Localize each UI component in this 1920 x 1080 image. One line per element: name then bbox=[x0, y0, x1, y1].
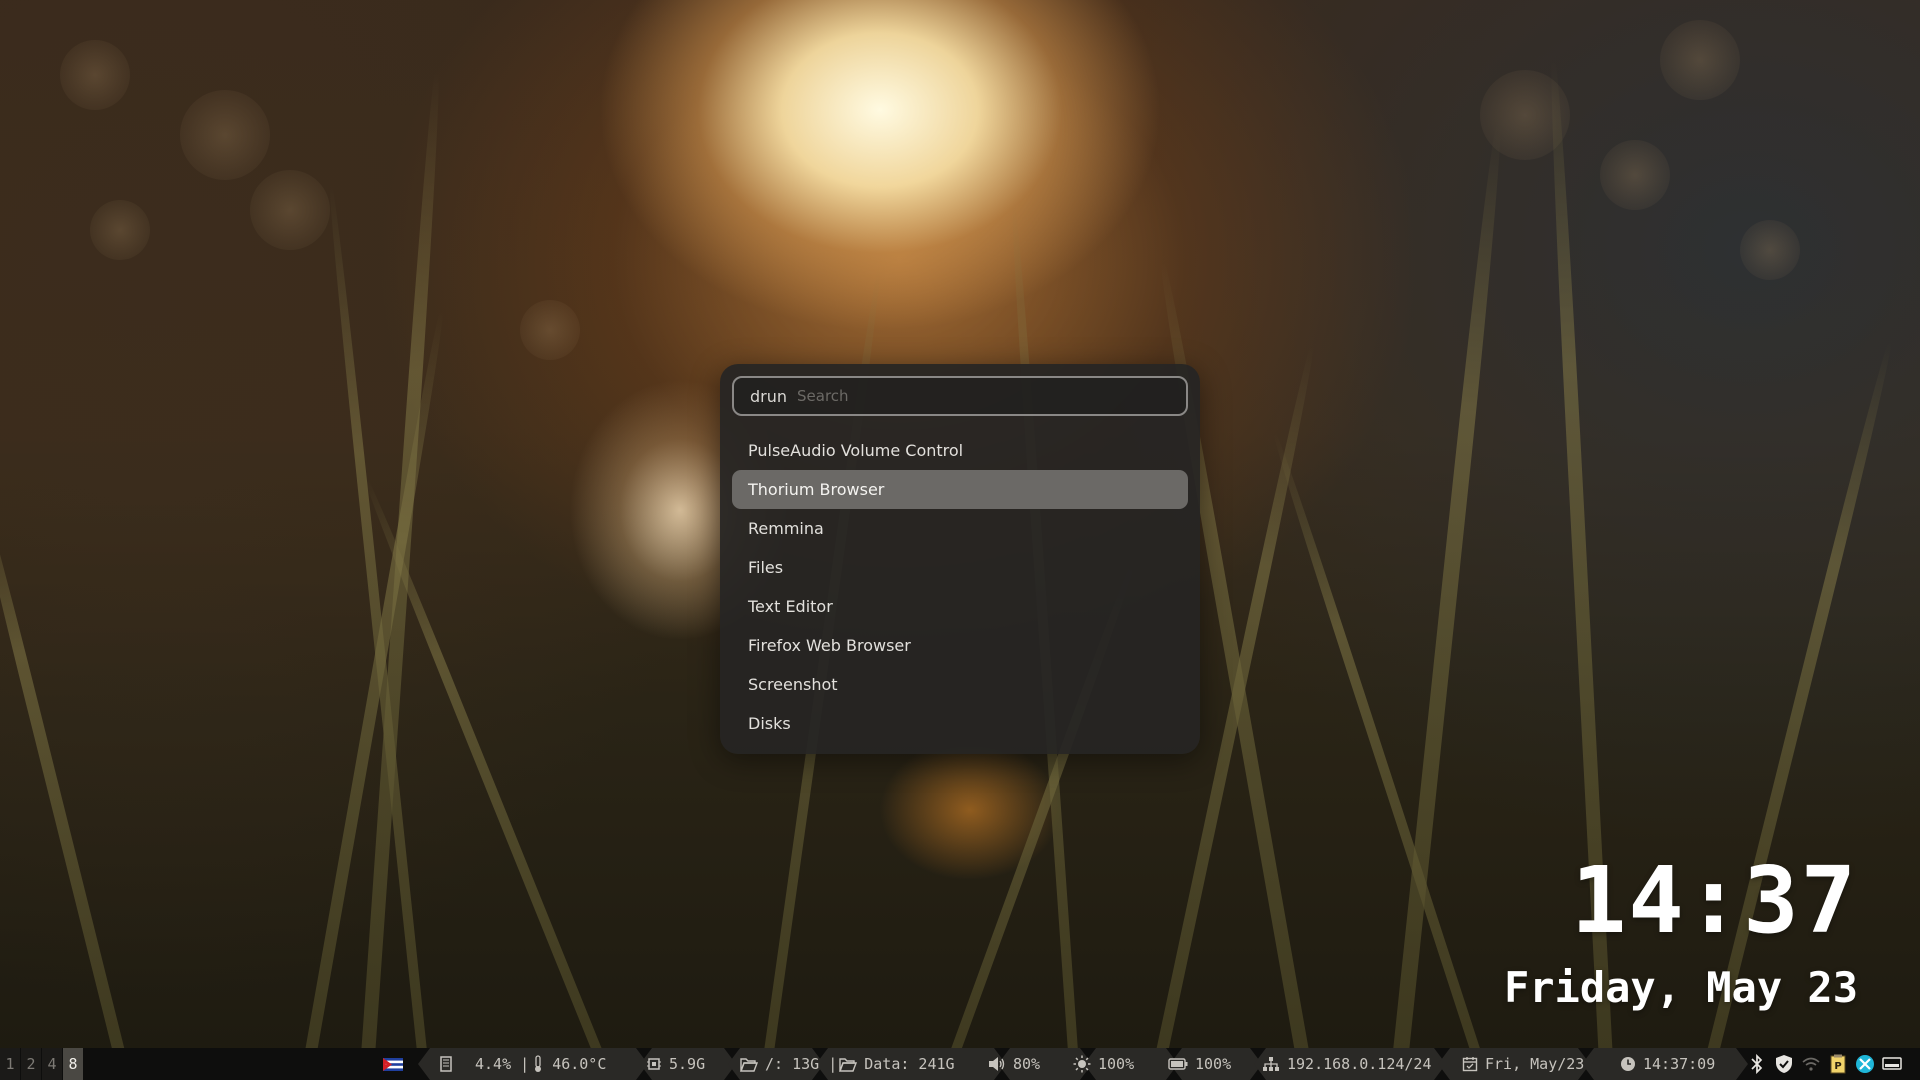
wallpaper-bokeh bbox=[1660, 20, 1740, 100]
workspace-button[interactable]: 1 bbox=[0, 1048, 20, 1080]
network-value: 192.168.0.124/24 bbox=[1287, 1055, 1432, 1073]
memory-segment[interactable]: 5.9G bbox=[646, 1048, 705, 1080]
wallpaper-bokeh bbox=[60, 40, 130, 110]
clock-icon bbox=[1621, 1057, 1635, 1071]
cpu-icon bbox=[440, 1056, 452, 1072]
date-segment[interactable]: Fri, May/23 bbox=[1462, 1048, 1584, 1080]
network-segment[interactable]: 192.168.0.124/24 bbox=[1262, 1048, 1432, 1080]
launcher-result-item[interactable]: Disks bbox=[732, 704, 1188, 743]
volume-segment[interactable]: 80% bbox=[988, 1048, 1040, 1080]
wallpaper-bokeh bbox=[250, 170, 330, 250]
wallpaper-grass bbox=[360, 474, 610, 1072]
date-value: Fri, May/23 bbox=[1485, 1055, 1585, 1073]
wallpaper-bokeh bbox=[1740, 220, 1800, 280]
wallpaper-bokeh bbox=[1600, 140, 1670, 210]
desktop-clock-date: Friday, May 23 bbox=[1503, 963, 1858, 1012]
time-value: 14:37:09 bbox=[1643, 1055, 1716, 1073]
volume-icon bbox=[989, 1057, 1005, 1071]
workspace-button[interactable]: 4 bbox=[42, 1048, 62, 1080]
brightness-segment[interactable]: 100% bbox=[1073, 1048, 1134, 1080]
temperature-value: 46.0°C bbox=[552, 1055, 607, 1073]
launcher-result-item[interactable]: Remmina bbox=[732, 509, 1188, 548]
search-box[interactable]: drun bbox=[732, 376, 1188, 416]
proton-icon[interactable] bbox=[1854, 1053, 1876, 1075]
cpu-segment[interactable]: 4.4% | 46.0°C bbox=[438, 1048, 606, 1080]
launcher-result-item[interactable]: Firefox Web Browser bbox=[732, 626, 1188, 665]
memory-value: 5.9G bbox=[669, 1055, 706, 1073]
launcher-result-item[interactable]: Files bbox=[732, 548, 1188, 587]
calendar-icon bbox=[1462, 1057, 1478, 1072]
disk-segment[interactable]: /: 13G | Data: 241G bbox=[740, 1048, 955, 1080]
mode-label: drun bbox=[750, 386, 788, 406]
wallpaper-bokeh bbox=[520, 300, 580, 360]
folder-open-icon bbox=[839, 1057, 858, 1072]
wallpaper-grass bbox=[1390, 124, 1507, 1080]
folder-open-icon bbox=[740, 1057, 758, 1072]
system-tray: P bbox=[1746, 1048, 1908, 1080]
thermometer-icon bbox=[535, 1055, 542, 1072]
workspace-button[interactable]: 2 bbox=[21, 1048, 41, 1080]
svg-text:P: P bbox=[1834, 1061, 1841, 1072]
keyboard-layout-flag-icon[interactable] bbox=[383, 1058, 403, 1071]
battery-value: 100% bbox=[1195, 1055, 1232, 1073]
workspace-list: 1248 bbox=[0, 1048, 84, 1080]
launcher-result-item[interactable]: Text Editor bbox=[732, 587, 1188, 626]
root-disk-value: /: 13G | bbox=[765, 1055, 838, 1073]
wallpaper-bokeh bbox=[180, 90, 270, 180]
results-list: PulseAudio Volume Control Thorium Browser… bbox=[732, 431, 1188, 743]
launcher-result-item[interactable]: Screenshot bbox=[732, 665, 1188, 704]
bluetooth-icon[interactable] bbox=[1746, 1053, 1768, 1075]
wifi-icon[interactable] bbox=[1800, 1053, 1822, 1075]
status-bar: 1248 4.4% | 46.0°C 5.9G /: 13G | Data: 2… bbox=[0, 1048, 1920, 1080]
volume-value: 80% bbox=[1013, 1055, 1041, 1073]
battery-segment[interactable]: 100% bbox=[1168, 1048, 1231, 1080]
app-launcher: drun PulseAudio Volume ControlThorium Br… bbox=[720, 364, 1200, 754]
time-segment[interactable]: 14:37:09 bbox=[1620, 1048, 1715, 1080]
launcher-result-item[interactable]: Thorium Browser bbox=[732, 470, 1188, 509]
workspace-button[interactable]: 8 bbox=[63, 1048, 83, 1080]
brightness-icon bbox=[1073, 1055, 1091, 1073]
cpu-value: 4.4% | bbox=[475, 1055, 530, 1073]
launcher-result-item[interactable]: PulseAudio Volume Control bbox=[732, 431, 1188, 470]
shield-icon[interactable] bbox=[1773, 1053, 1795, 1075]
display-icon[interactable] bbox=[1881, 1053, 1903, 1075]
parcellite-icon[interactable]: P bbox=[1827, 1053, 1849, 1075]
memory-chip-icon bbox=[647, 1058, 661, 1070]
brightness-value: 100% bbox=[1098, 1055, 1135, 1073]
battery-icon bbox=[1168, 1058, 1188, 1070]
search-input[interactable] bbox=[795, 386, 1186, 406]
wallpaper-grass bbox=[0, 467, 132, 1080]
data-disk-value: Data: 241G bbox=[864, 1055, 955, 1073]
desktop-clock-time: 14:37 bbox=[1571, 847, 1858, 954]
wallpaper-bokeh bbox=[90, 200, 150, 260]
network-icon bbox=[1263, 1057, 1279, 1071]
